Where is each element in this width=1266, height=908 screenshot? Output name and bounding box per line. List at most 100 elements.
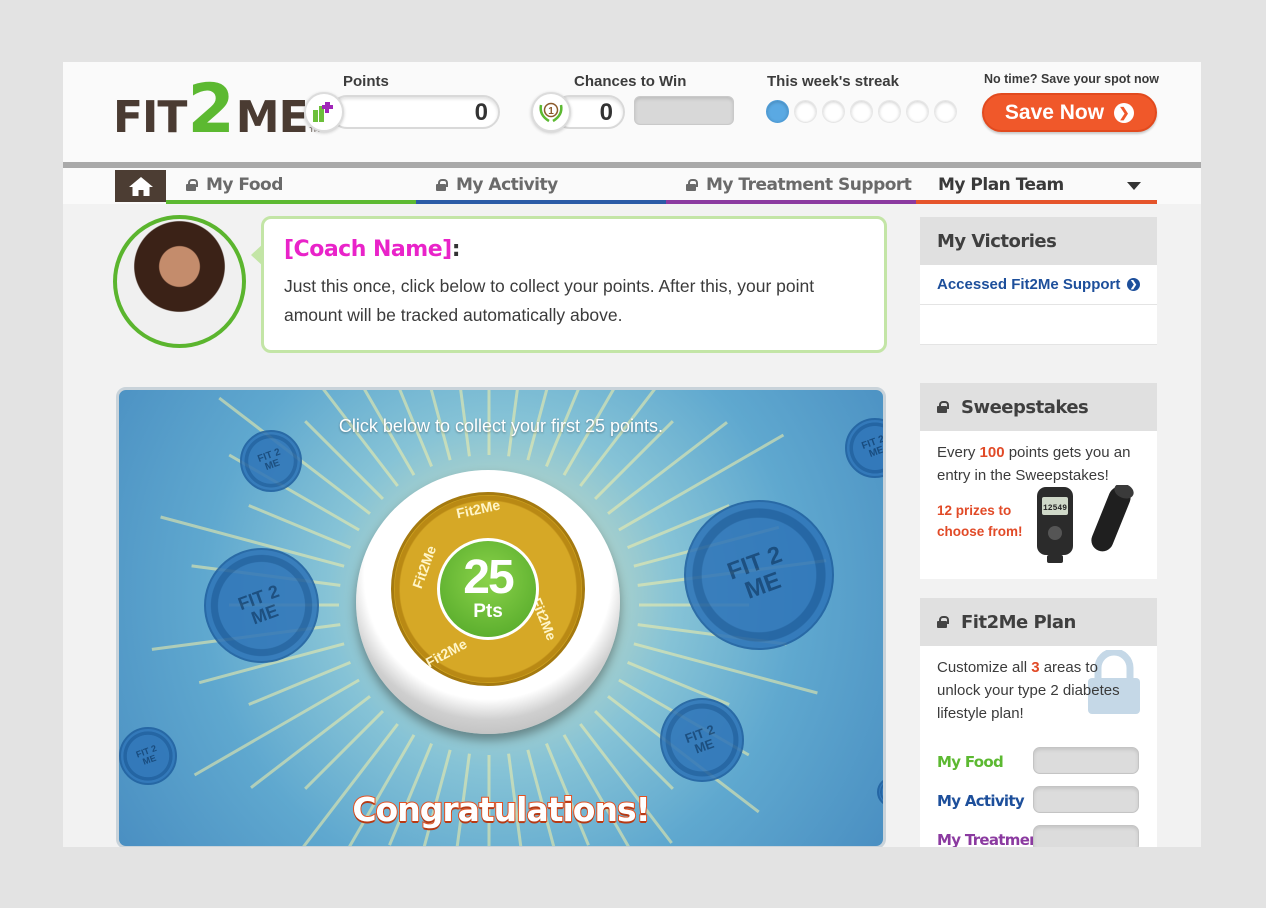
- chances-value: 0: [599, 99, 613, 126]
- sweepstakes-title: Sweepstakes: [961, 396, 1089, 418]
- trophy-laurel-icon: 1: [531, 92, 571, 132]
- victory-item[interactable]: Accessed Fit2Me Support ❯: [920, 265, 1157, 305]
- fit2me-coin-icon: FIT 2 ME: [660, 698, 744, 782]
- sweepstakes-text-before: Every: [937, 444, 980, 461]
- plan-row-my-food-slot: [1033, 747, 1139, 774]
- collect-25-points-button[interactable]: Fit2Me Fit2Me Fit2Me Fit2Me 25 Pts: [356, 470, 620, 734]
- points-label: Points: [343, 73, 389, 90]
- sweepstakes-text: Every 100 points gets you an entry in th…: [920, 431, 1157, 487]
- lock-icon: [186, 179, 198, 191]
- victories-panel: My Victories Accessed Fit2Me Support ❯: [920, 217, 1157, 345]
- plan-header: Fit2Me Plan: [920, 598, 1157, 646]
- stage-instruction: Click below to collect your first 25 poi…: [338, 416, 664, 436]
- pedometer-icon: 12549: [1037, 487, 1073, 563]
- points-display: 0: [330, 95, 500, 129]
- save-note: No time? Save your spot now: [984, 72, 1160, 86]
- save-now-button[interactable]: Save Now ❯: [982, 93, 1157, 132]
- plan-text-before: Customize all: [937, 659, 1032, 676]
- sweepstakes-points: 100: [979, 444, 1005, 461]
- plan-row-my-food-label: My Food: [937, 753, 1004, 771]
- tab-my-activity[interactable]: My Activity: [416, 170, 666, 204]
- collect-points-stage: Click below to collect your first 25 poi…: [116, 387, 886, 847]
- fit2me-coin-icon: FIT 2 ME: [119, 727, 177, 785]
- coach-avatar: [113, 215, 246, 348]
- coach-name-colon: :: [451, 237, 461, 262]
- chances-badge-number: 1: [548, 106, 554, 117]
- main-content: [Coach Name]: Just this once, click belo…: [63, 204, 1201, 847]
- app-frame: FIT 2 ME TM Points 0 Chances to Win 0: [63, 62, 1201, 847]
- pedometer-readout: 12549: [1043, 504, 1067, 513]
- streak-day-dot: [906, 100, 929, 123]
- ring-text-left: Fit2Me: [409, 543, 440, 591]
- sweepstakes-panel: Sweepstakes Every 100 points gets you an…: [920, 383, 1157, 579]
- sunburst-ray: [304, 710, 384, 790]
- plan-text: Customize all 3 areas to unlock your typ…: [920, 646, 1157, 725]
- chances-label: Chances to Win: [574, 73, 687, 90]
- sunburst-ray: [248, 504, 351, 549]
- streak-dots: [766, 100, 957, 123]
- points-plus-icon: [304, 92, 344, 132]
- arrow-right-icon: ❯: [1114, 102, 1135, 123]
- fit2me-coin-icon: FIT 2 ME: [240, 430, 302, 492]
- lock-icon: [686, 179, 698, 191]
- plan-title: Fit2Me Plan: [961, 611, 1076, 633]
- plan-row-my-activity-label: My Activity: [937, 792, 1025, 810]
- prizes-count: 12 prizes to: [937, 503, 1012, 518]
- streak-day-dot: [934, 100, 957, 123]
- coach-name-text: [Coach Name]: [284, 237, 452, 262]
- lock-icon: [436, 179, 448, 191]
- points-badge-number: 25: [463, 551, 514, 604]
- fit2me-coin-icon: FIT 2 ME: [684, 500, 834, 650]
- streak-day-dot: [878, 100, 901, 123]
- tab-my-activity-label: My Activity: [456, 175, 558, 195]
- congratulations-text: Congratulations!: [351, 789, 651, 830]
- plan-row-my-treatment-label: My Treatment: [937, 831, 1046, 847]
- streak-day-dot: [850, 100, 873, 123]
- ring-text-top: Fit2Me: [454, 496, 502, 522]
- tab-my-treatment-support-label: My Treatment Support: [706, 175, 912, 195]
- victory-empty-row: [920, 305, 1157, 345]
- tab-my-food[interactable]: My Food: [166, 170, 416, 204]
- streak-label: This week's streak: [767, 73, 899, 90]
- ring-text-bottom: Fit2Me: [422, 635, 470, 671]
- prizes-text: 12 prizes to choose from!: [937, 500, 1023, 542]
- plan-row-my-activity-slot: [1033, 786, 1139, 813]
- fit2me-logo[interactable]: FIT 2 ME TM: [113, 76, 320, 146]
- tab-my-plan-team[interactable]: My Plan Team: [916, 170, 1157, 204]
- yoga-mat-icon: [1091, 485, 1134, 552]
- streak-day-dot: [794, 100, 817, 123]
- victory-item-label: Accessed Fit2Me Support: [937, 276, 1121, 293]
- coach-message: Just this once, click below to collect y…: [284, 276, 815, 325]
- chevron-down-icon[interactable]: [1127, 182, 1141, 190]
- chances-placeholder-slot: [634, 96, 734, 125]
- main-nav: My Food My Activity My Treatment Support…: [63, 168, 1201, 204]
- coach-speech-bubble: [Coach Name]: Just this once, click belo…: [251, 216, 887, 353]
- sunburst-ray: [248, 661, 351, 706]
- victories-title: My Victories: [920, 217, 1157, 265]
- coach-name: [Coach Name]:: [284, 237, 864, 262]
- chevron-right-icon: ❯: [1127, 278, 1140, 291]
- bubble-tail: [251, 243, 264, 267]
- header: FIT 2 ME TM Points 0 Chances to Win 0: [63, 62, 1201, 162]
- tab-my-treatment-support[interactable]: My Treatment Support: [666, 170, 916, 204]
- plan-panel: Fit2Me Plan Customize all 3 areas to unl…: [920, 598, 1157, 847]
- home-button[interactable]: [115, 170, 166, 202]
- streak-day-dot: [822, 100, 845, 123]
- logo-fit: FIT: [113, 92, 187, 143]
- logo-me: ME: [235, 92, 309, 143]
- points-badge-unit: Pts: [473, 601, 503, 622]
- gold-ring: Fit2Me Fit2Me Fit2Me Fit2Me 25 Pts: [391, 492, 585, 686]
- logo-two: 2: [187, 70, 235, 149]
- streak-day-dot: [766, 100, 789, 123]
- lock-icon: [937, 401, 949, 413]
- plan-row-my-treatment-slot: [1033, 825, 1139, 847]
- points-badge: 25 Pts: [437, 538, 539, 640]
- lock-icon: [937, 616, 949, 628]
- tab-my-plan-team-label: My Plan Team: [938, 175, 1064, 195]
- home-icon: [128, 177, 153, 196]
- save-now-label: Save Now: [1004, 100, 1105, 124]
- plan-areas: 3: [1031, 659, 1040, 676]
- prize-images: 12549: [1037, 485, 1134, 563]
- sweepstakes-header: Sweepstakes: [920, 383, 1157, 431]
- fit2me-coin-icon: FIT 2 ME: [204, 548, 319, 663]
